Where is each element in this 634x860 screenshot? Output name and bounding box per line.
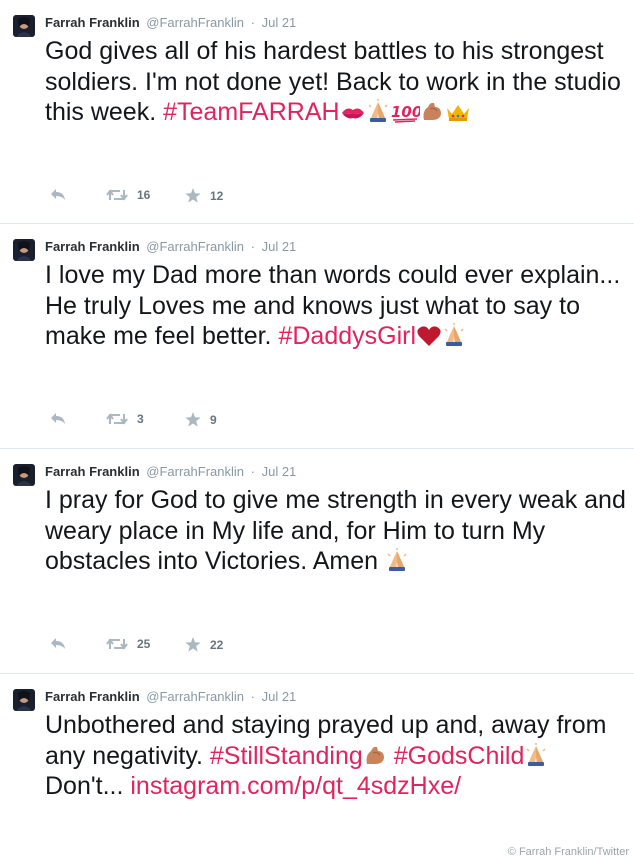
tweet[interactable]: Farrah Franklin @FarrahFranklin · Jul 21… [0, 224, 634, 449]
tweet[interactable]: Farrah Franklin @FarrahFranklin · Jul 21… [0, 449, 634, 674]
favorite-count: 9 [210, 412, 217, 427]
reply-icon [50, 412, 67, 425]
tweet-date[interactable]: Jul 21 [262, 464, 297, 479]
folded-hands-emoji [385, 548, 409, 572]
avatar[interactable] [13, 689, 35, 711]
tweet[interactable]: Farrah Franklin @FarrahFranklin · Jul 21… [0, 674, 634, 860]
tweet-header: Farrah Franklin @FarrahFranklin · Jul 21 [45, 689, 296, 705]
folded-hands-emoji [366, 99, 390, 123]
tweet-text: I love my Dad more than words could ever… [45, 260, 627, 352]
flexed-biceps-emoji [363, 743, 387, 767]
tweet-text: I pray for God to give me strength in ev… [45, 485, 627, 577]
tweet-date[interactable]: Jul 21 [262, 689, 297, 704]
favorite-count: 22 [210, 637, 224, 652]
instagram-link[interactable]: instagram.com/p/qt_4sdzHxe/ [130, 772, 461, 800]
author-name[interactable]: Farrah Franklin [45, 239, 140, 254]
favorite-button[interactable]: 22 [185, 637, 223, 652]
tweet-header: Farrah Franklin @FarrahFranklin · Jul 21 [45, 15, 296, 31]
reply-icon [50, 188, 67, 201]
crown-emoji [444, 101, 472, 123]
author-handle[interactable]: @FarrahFranklin [146, 464, 244, 479]
tweet-text: Unbothered and staying prayed up and, aw… [45, 710, 627, 802]
hashtag-link[interactable]: #TeamFARRAH [163, 98, 339, 126]
star-icon [185, 412, 201, 427]
avatar[interactable] [13, 239, 35, 261]
reply-button[interactable] [50, 637, 67, 650]
retweet-button[interactable]: 16 [106, 188, 150, 202]
red-heart-emoji [416, 325, 442, 347]
retweet-button[interactable]: 3 [106, 412, 144, 426]
separator: · [250, 464, 255, 479]
author-handle[interactable]: @FarrahFranklin [146, 15, 244, 30]
author-name[interactable]: Farrah Franklin [45, 464, 140, 479]
image-credit: © Farrah Franklin/Twitter [502, 844, 634, 860]
favorite-count: 12 [210, 188, 224, 203]
kiss-mark-emoji [340, 103, 366, 123]
hashtag-link[interactable]: #StillStanding [210, 742, 363, 770]
tweet-header: Farrah Franklin @FarrahFranklin · Jul 21 [45, 239, 296, 255]
author-name[interactable]: Farrah Franklin [45, 15, 140, 30]
tweet[interactable]: Farrah Franklin @FarrahFranklin · Jul 21… [0, 0, 634, 224]
retweet-count: 25 [137, 637, 151, 651]
separator: · [250, 689, 255, 704]
author-handle[interactable]: @FarrahFranklin [146, 239, 244, 254]
tweet-text-content: Don't... [45, 772, 131, 800]
tweet-text-content: I pray for God to give me strength in ev… [45, 486, 626, 575]
separator: · [250, 15, 255, 30]
author-handle[interactable]: @FarrahFranklin [146, 689, 244, 704]
hashtag-link[interactable]: #GodsChild [394, 742, 525, 770]
retweet-count: 3 [137, 412, 144, 426]
folded-hands-emoji [442, 323, 466, 347]
svg-text:100: 100 [391, 103, 420, 121]
reply-button[interactable] [50, 412, 67, 425]
favorite-button[interactable]: 12 [185, 188, 223, 203]
star-icon [185, 188, 201, 203]
separator: · [250, 239, 255, 254]
tweet-header: Farrah Franklin @FarrahFranklin · Jul 21 [45, 464, 296, 480]
retweet-count: 16 [137, 188, 151, 202]
flexed-biceps-emoji [420, 99, 444, 123]
favorite-button[interactable]: 9 [185, 412, 217, 427]
retweet-icon [106, 412, 128, 426]
hashtag-link[interactable]: #DaddysGirl [278, 322, 416, 350]
star-icon [185, 637, 201, 652]
tweet-date[interactable]: Jul 21 [262, 15, 297, 30]
tweet-text: God gives all of his hardest battles to … [45, 36, 627, 128]
reply-button[interactable] [50, 188, 67, 201]
hundred-points-emoji: 100 [390, 101, 420, 123]
retweet-icon [106, 637, 128, 651]
avatar[interactable] [13, 464, 35, 486]
tweet-date[interactable]: Jul 21 [262, 239, 297, 254]
retweet-icon [106, 188, 128, 202]
reply-icon [50, 637, 67, 650]
folded-hands-emoji [524, 742, 548, 767]
retweet-button[interactable]: 25 [106, 637, 150, 651]
author-name[interactable]: Farrah Franklin [45, 689, 140, 704]
avatar[interactable] [13, 15, 35, 37]
